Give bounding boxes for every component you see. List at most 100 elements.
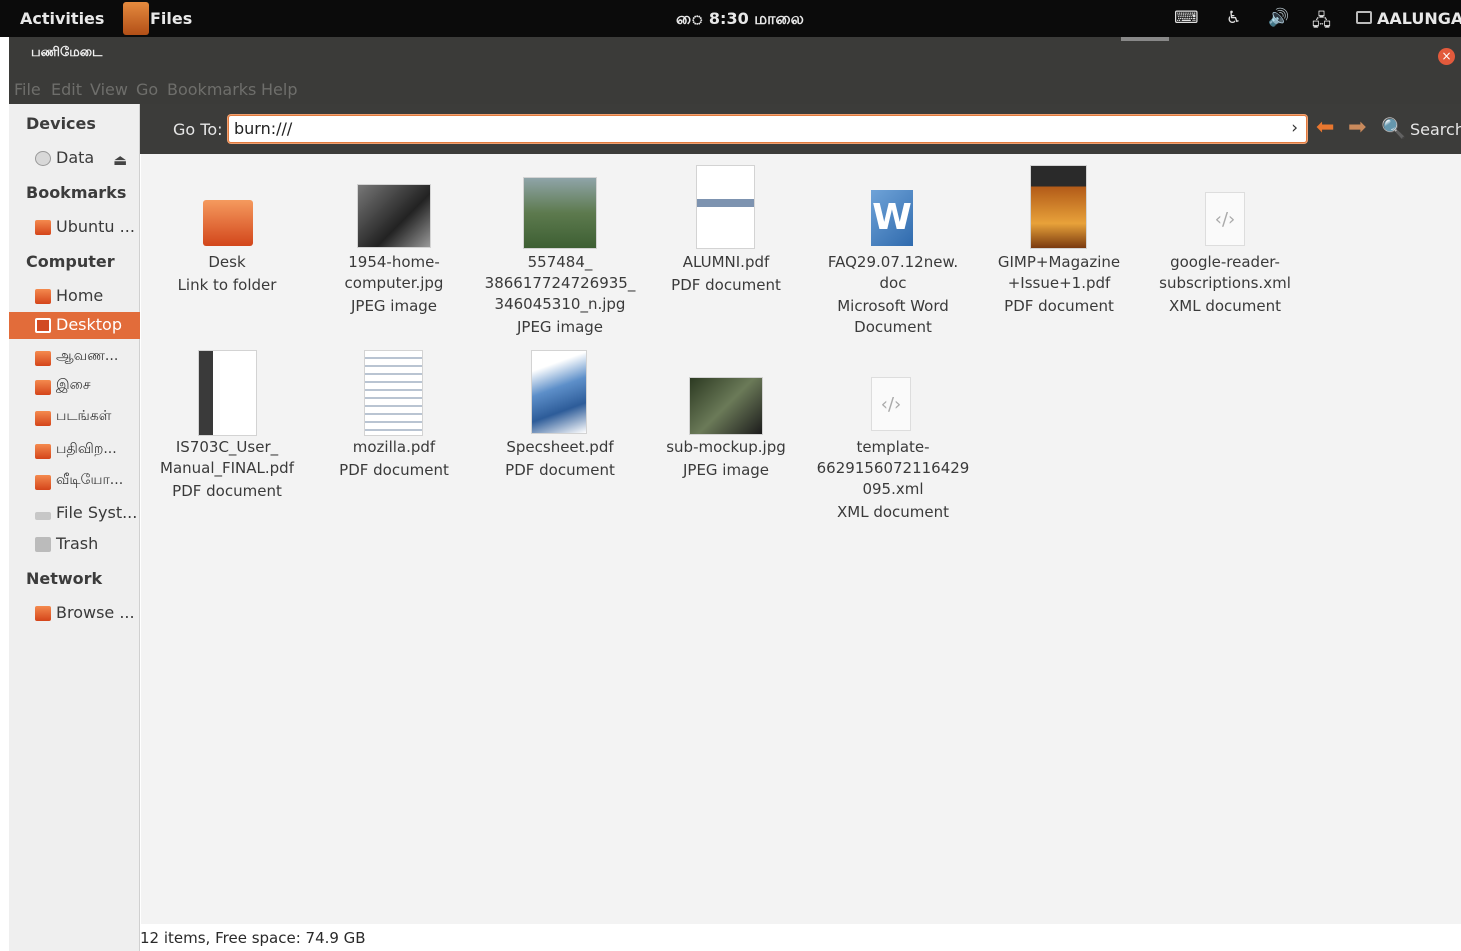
menu-file[interactable]: File [14, 80, 41, 99]
file-name: FAQ29.07.12new. doc [827, 253, 959, 292]
activities-button[interactable]: Activities [20, 9, 104, 28]
sidebar: Devices Data ⏏ Bookmarks Ubuntu ... Comp… [9, 104, 140, 951]
file-name: mozilla.pdf [352, 438, 436, 456]
sidebar-item-music[interactable]: இசை [9, 374, 140, 401]
top-panel: Activities Files ை 8:30 மாலை ⌨ ♿ 🔊 🖧 AAL… [0, 0, 1461, 37]
sidebar-item-home[interactable]: Home [9, 283, 140, 310]
sidebar-item-label: Home [56, 286, 104, 305]
file-type: JPEG image [516, 318, 604, 336]
sidebar-item-desktop[interactable]: Desktop [9, 312, 140, 339]
sidebar-item-label: பதிவிற... [56, 441, 117, 457]
goto-label: Go To: [173, 120, 223, 139]
user-menu[interactable]: AALUNGA [1377, 9, 1461, 28]
videos-folder-icon [35, 475, 51, 490]
app-menu-button[interactable]: Files [150, 9, 192, 28]
file-view[interactable]: Desk Link to folder 1954-home- computer.… [141, 154, 1461, 924]
menu-go[interactable]: Go [136, 80, 158, 99]
sidebar-item-label: Browse ... [56, 603, 135, 622]
pdf-thumbnail-icon [1030, 165, 1087, 249]
close-button[interactable]: × [1438, 48, 1455, 65]
pdf-thumbnail-icon [198, 350, 257, 436]
sidebar-item-label: இசை [56, 377, 91, 393]
jpeg-thumbnail-icon [523, 177, 597, 249]
xml-document-icon: ‹/› [871, 377, 911, 431]
sidebar-item-videos[interactable]: வீடியோ... [9, 469, 140, 496]
files-app-icon [123, 2, 149, 35]
file-name: 557484_ 386617724726935_ 346045310_n.jpg [484, 253, 636, 313]
file-type: XML document [1168, 297, 1282, 315]
volume-icon[interactable]: 🔊 [1268, 8, 1289, 28]
location-input[interactable]: burn:/// › [228, 115, 1307, 143]
toolbar: Go To: burn:/// › ⬅ ➡ 🔍 Search [140, 104, 1461, 154]
file-name: Specsheet.pdf [506, 438, 614, 456]
sidebar-header-devices: Devices [26, 114, 96, 133]
sidebar-item-ubuntu[interactable]: Ubuntu ... [9, 214, 140, 241]
keyboard-icon[interactable]: ⌨ [1174, 8, 1199, 28]
sidebar-header-bookmarks: Bookmarks [26, 183, 127, 202]
sidebar-item-label: File Syst... [56, 503, 138, 522]
back-arrow-icon[interactable]: ⬅ [1316, 115, 1334, 140]
jpeg-thumbnail-icon [689, 377, 763, 435]
drag-handle[interactable] [1121, 37, 1169, 41]
sidebar-item-label: Desktop [56, 315, 122, 334]
pdf-thumbnail-icon [364, 350, 423, 436]
pdf-thumbnail-icon [696, 165, 755, 249]
file-type: PDF document [671, 276, 781, 294]
file-type: JPEG image [350, 297, 438, 315]
pictures-folder-icon [35, 411, 51, 426]
sidebar-item-pictures[interactable]: படங்கள் [9, 405, 140, 432]
file-type: Link to folder [177, 276, 277, 294]
eject-icon[interactable]: ⏏ [113, 151, 127, 169]
file-name: GIMP+Magazine +Issue+1.pdf [997, 253, 1121, 292]
sidebar-item-label: Trash [56, 534, 99, 553]
downloads-folder-icon [35, 444, 51, 459]
menu-view[interactable]: View [90, 80, 128, 99]
file-name: ALUMNI.pdf [682, 253, 770, 271]
menu-help[interactable]: Help [261, 80, 297, 99]
user-icon [1356, 11, 1372, 24]
sidebar-item-label: Ubuntu ... [56, 217, 135, 236]
network-folder-icon [35, 606, 51, 621]
menu-edit[interactable]: Edit [51, 80, 82, 99]
sidebar-item-filesystem[interactable]: File Syst... [9, 500, 140, 527]
sidebar-item-trash[interactable]: Trash [9, 531, 140, 558]
sidebar-header-computer: Computer [26, 252, 115, 271]
sidebar-item-label: Data [56, 148, 95, 167]
home-folder-icon [35, 289, 51, 304]
clock[interactable]: ை 8:30 மாலை [676, 9, 804, 30]
file-type: Microsoft Word Document [837, 297, 949, 336]
xml-document-icon: ‹/› [1205, 192, 1245, 246]
accessibility-icon[interactable]: ♿ [1226, 8, 1241, 28]
window-titlebar[interactable]: பணிமேடை × [9, 37, 1461, 77]
search-button[interactable]: Search [1410, 120, 1461, 139]
word-document-icon: W [871, 190, 913, 246]
file-type: PDF document [1004, 297, 1114, 315]
file-name: IS703C_User_ Manual_FINAL.pdf [160, 438, 294, 477]
folder-link-icon [203, 200, 253, 246]
sidebar-item-label: ஆவண... [56, 348, 119, 364]
jpeg-thumbnail-icon [357, 184, 431, 248]
file-type: PDF document [505, 461, 615, 479]
forward-arrow-icon[interactable]: ➡ [1348, 115, 1366, 140]
file-type: XML document [836, 503, 950, 521]
file-name: google-reader- subscriptions.xml [1159, 253, 1291, 292]
file-type: PDF document [172, 482, 282, 500]
music-folder-icon [35, 380, 51, 395]
search-icon[interactable]: 🔍 [1381, 116, 1406, 140]
sidebar-item-downloads[interactable]: பதிவிற... [9, 438, 140, 465]
location-value: burn:/// [234, 119, 293, 138]
file-name: sub-mockup.jpg [666, 438, 786, 456]
network-icon[interactable]: 🖧 [1312, 8, 1331, 37]
sidebar-item-browse-network[interactable]: Browse ... [9, 600, 140, 627]
sidebar-item-documents[interactable]: ஆவண... [9, 345, 140, 372]
drive-icon [35, 151, 51, 166]
sidebar-item-label: படங்கள் [56, 408, 112, 424]
sidebar-item-label: வீடியோ... [56, 472, 124, 488]
trash-icon [35, 537, 51, 552]
status-text: 12 items, Free space: 74.9 GB [140, 929, 366, 947]
menu-bookmarks[interactable]: Bookmarks [167, 80, 256, 99]
sidebar-header-network: Network [26, 569, 103, 588]
file-manager-window: Activities Files ை 8:30 மாலை ⌨ ♿ 🔊 🖧 AAL… [0, 0, 1461, 951]
file-type: PDF document [339, 461, 449, 479]
chevron-right-icon[interactable]: › [1291, 118, 1298, 138]
